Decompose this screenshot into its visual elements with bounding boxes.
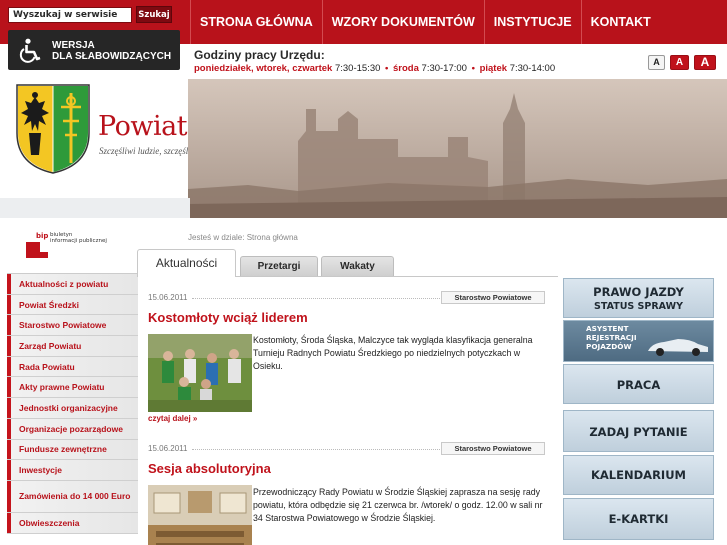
sidebar-item-county[interactable]: Powiat Średzki: [7, 294, 138, 316]
office-hours-title: Godziny pracy Urzędu:: [194, 48, 325, 62]
tile-vehicle-registration[interactable]: ASYSTENT REJESTRACJI POJAZDÓW: [563, 320, 714, 362]
tab-vacancies[interactable]: Wakaty: [321, 256, 394, 276]
tile-label: ZADAJ PYTANIE: [589, 425, 688, 439]
article-excerpt: Kostomłoty, Środa Śląska, Malczyce tak w…: [253, 335, 533, 371]
article-category-tag[interactable]: Starostwo Powiatowe: [441, 442, 545, 455]
font-size-medium-button[interactable]: A: [670, 55, 689, 70]
font-size-large-button[interactable]: A: [694, 55, 716, 70]
tile-jobs[interactable]: PRACA: [563, 364, 714, 404]
article-photo[interactable]: [148, 334, 252, 412]
article-date: 15.06.2011: [148, 444, 188, 453]
tile-label: PRACA: [616, 378, 661, 392]
nav-document-templates[interactable]: WZORY DOKUMENTÓW: [321, 0, 484, 44]
article-date: 15.06.2011: [148, 293, 188, 302]
wheelchair-icon: [19, 38, 41, 63]
tile-label: E-KARTKI: [608, 512, 669, 526]
tile-calendar[interactable]: KALENDARIUM: [563, 455, 714, 495]
article-title[interactable]: Kostomłoty wciąż liderem: [148, 310, 308, 325]
bip-mark: bip: [36, 232, 49, 240]
sidebar-item-investments[interactable]: Inwestycje: [7, 460, 138, 481]
tab-news[interactable]: Aktualności: [137, 249, 236, 277]
tab-tenders[interactable]: Przetargi: [240, 256, 318, 276]
article-divider: [192, 298, 444, 299]
tile-e-cards[interactable]: E-KARTKI: [563, 498, 714, 540]
sidebar-item-board[interactable]: Zarząd Powiatu: [7, 336, 138, 357]
article-excerpt: Przewodniczący Rady Powiatu w Środzie Śl…: [253, 487, 543, 523]
sidebar-item-ngo[interactable]: Organizacje pozarządowe: [7, 418, 138, 440]
article-category-tag[interactable]: Starostwo Powiatowe: [441, 291, 545, 304]
sidebar-item-news[interactable]: Aktualności z powiatu: [7, 274, 138, 295]
font-size-small-button[interactable]: A: [648, 55, 665, 70]
tile-ask-question[interactable]: ZADAJ PYTANIE: [563, 410, 714, 452]
coat-of-arms-logo[interactable]: [15, 83, 91, 175]
sidebar-item-council[interactable]: Rada Powiatu: [7, 356, 138, 378]
sidebar-nav: Aktualności z powiatu Powiat Średzki Sta…: [7, 273, 138, 534]
breadcrumb: Jesteś w dziale: Strona główna: [188, 233, 298, 242]
tile-label: STATUS SPRAWY: [594, 301, 683, 312]
article-divider: [192, 449, 444, 450]
main-nav: STRONA GŁÓWNA WZORY DOKUMENTÓW INSTYTUCJ…: [190, 0, 660, 44]
header-banner-image: [188, 79, 727, 218]
nav-contact[interactable]: KONTAKT: [580, 0, 660, 44]
accessibility-label: WERSJA DLA SŁABOWIDZĄCYCH: [52, 40, 172, 62]
sidebar-item-starostwo[interactable]: Starostwo Powiatowe: [7, 315, 138, 337]
accessibility-version-button[interactable]: WERSJA DLA SŁABOWIDZĄCYCH: [8, 30, 180, 70]
article-photo[interactable]: [148, 485, 252, 545]
nav-institutions[interactable]: INSTYTUCJE: [483, 0, 581, 44]
tile-label: KALENDARIUM: [591, 468, 686, 482]
page: Szukaj STRONA GŁÓWNA WZORY DOKUMENTÓW IN…: [0, 0, 727, 545]
sidebar-item-funds[interactable]: Fundusze zewnętrzne: [7, 439, 138, 461]
sidebar-item-legal-acts[interactable]: Akty prawne Powiatu: [7, 377, 138, 399]
header-divider-strip: [0, 198, 190, 218]
article-title[interactable]: Sesja absolutoryjna: [148, 461, 271, 476]
office-hours: poniedziałek, wtorek, czwartek 7:30-15:3…: [194, 63, 556, 74]
read-more-link[interactable]: czytaj dalej »: [148, 414, 197, 423]
search-button[interactable]: Szukaj: [136, 6, 172, 23]
tile-label: PRAWO JAZDY: [593, 285, 684, 299]
sidebar-item-announcements[interactable]: Obwieszczenia: [7, 512, 138, 534]
car-icon: [648, 339, 708, 356]
sidebar-item-orders[interactable]: Zamówienia do 14 000 Euro: [7, 480, 138, 513]
tile-driving-license-status[interactable]: PRAWO JAZDY STATUS SPRAWY: [563, 278, 714, 318]
bip-caption: biuletyn informacji publicznej: [50, 232, 107, 244]
search-input[interactable]: [8, 7, 132, 23]
tile-label: ASYSTENT REJESTRACJI POJAZDÓW: [586, 324, 637, 351]
nav-home[interactable]: STRONA GŁÓWNA: [190, 0, 322, 44]
sidebar-item-units[interactable]: Jednostki organizacyjne: [7, 398, 138, 419]
